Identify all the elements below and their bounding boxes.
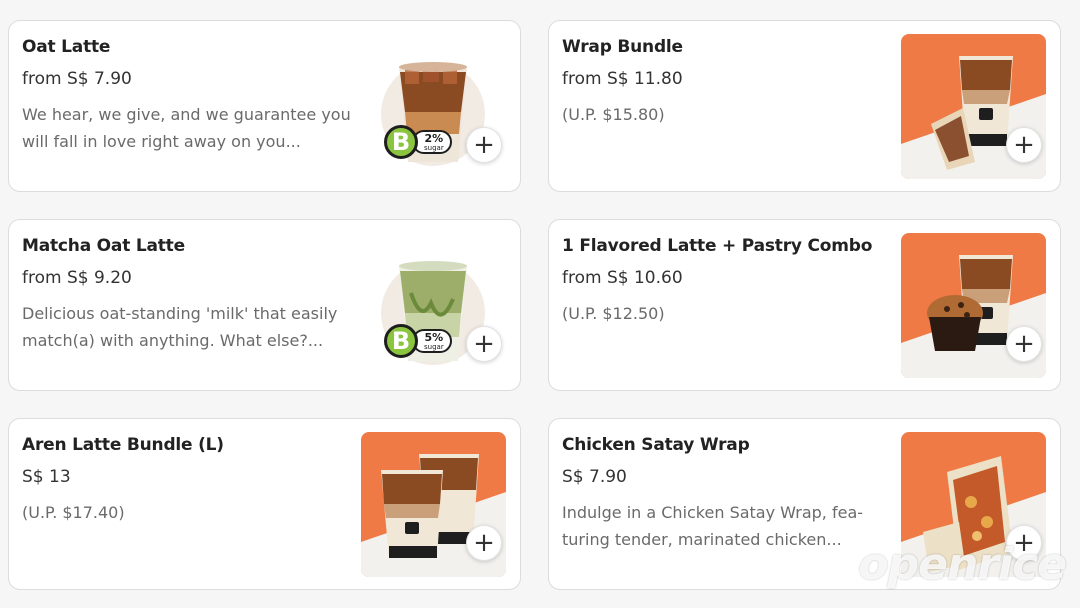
product-info: 1 Flavored Latte + Pastry Combo from S$ … (562, 236, 897, 327)
product-title: Wrap Bundle (562, 37, 683, 57)
product-card-aren-latte-bundle[interactable]: Aren Latte Bundle (L) S$ 13 (U.P. $17.40… (8, 418, 521, 590)
product-price: from S$ 9.20 (22, 268, 132, 288)
product-title: Chicken Satay Wrap (562, 435, 750, 455)
product-price: from S$ 11.80 (562, 69, 683, 89)
product-price: from S$ 7.90 (22, 69, 132, 89)
add-to-cart-button[interactable]: + (466, 326, 502, 362)
product-info: Chicken Satay Wrap S$ 7.90 Indulge in a … (562, 435, 897, 553)
product-info: Oat Latte from S$ 7.90 We hear, we give,… (22, 37, 357, 155)
product-price: from S$ 10.60 (562, 268, 683, 288)
nutri-grade-badge: B 5% sugar (384, 321, 452, 361)
product-card-latte-pastry-combo[interactable]: 1 Flavored Latte + Pastry Combo from S$ … (548, 219, 1061, 391)
product-title: Oat Latte (22, 37, 111, 57)
product-original-price: (U.P. $12.50) (562, 304, 665, 323)
product-grid: Oat Latte from S$ 7.90 We hear, we give,… (8, 20, 1061, 590)
product-info: Matcha Oat Latte from S$ 9.20 Delicious … (22, 236, 357, 354)
product-title: Matcha Oat Latte (22, 236, 185, 256)
product-description: Indulge in a Chicken Satay Wrap, fea- tu… (562, 503, 864, 549)
product-price: S$ 13 (22, 467, 71, 487)
product-card-oat-latte[interactable]: Oat Latte from S$ 7.90 We hear, we give,… (8, 20, 521, 192)
product-info: Aren Latte Bundle (L) S$ 13 (U.P. $17.40… (22, 435, 357, 526)
watermark-logo: openrice (858, 539, 1067, 590)
add-to-cart-button[interactable]: + (1006, 326, 1042, 362)
sugar-label: sugar (424, 143, 444, 152)
product-description: Delicious oat-standing 'milk' that easil… (22, 304, 338, 350)
product-title: Aren Latte Bundle (L) (22, 435, 224, 455)
sugar-label: sugar (424, 342, 444, 351)
nutri-grade-letter: B (384, 125, 418, 159)
product-original-price: (U.P. $15.80) (562, 105, 665, 124)
product-original-price: (U.P. $17.40) (22, 503, 125, 522)
sugar-percent: 2% (424, 131, 444, 145)
product-description: We hear, we give, and we guarantee you w… (22, 105, 351, 151)
sugar-percent: 5% (424, 330, 444, 344)
product-card-wrap-bundle[interactable]: Wrap Bundle from S$ 11.80 (U.P. $15.80) … (548, 20, 1061, 192)
product-info: Wrap Bundle from S$ 11.80 (U.P. $15.80) (562, 37, 897, 128)
product-card-matcha-oat-latte[interactable]: Matcha Oat Latte from S$ 9.20 Delicious … (8, 219, 521, 391)
add-to-cart-button[interactable]: + (466, 525, 502, 561)
add-to-cart-button[interactable]: + (466, 127, 502, 163)
nutri-grade-badge: B 2% sugar (384, 122, 452, 162)
nutri-grade-letter: B (384, 324, 418, 358)
product-price: S$ 7.90 (562, 467, 627, 487)
product-title: 1 Flavored Latte + Pastry Combo (562, 236, 873, 256)
add-to-cart-button[interactable]: + (1006, 127, 1042, 163)
